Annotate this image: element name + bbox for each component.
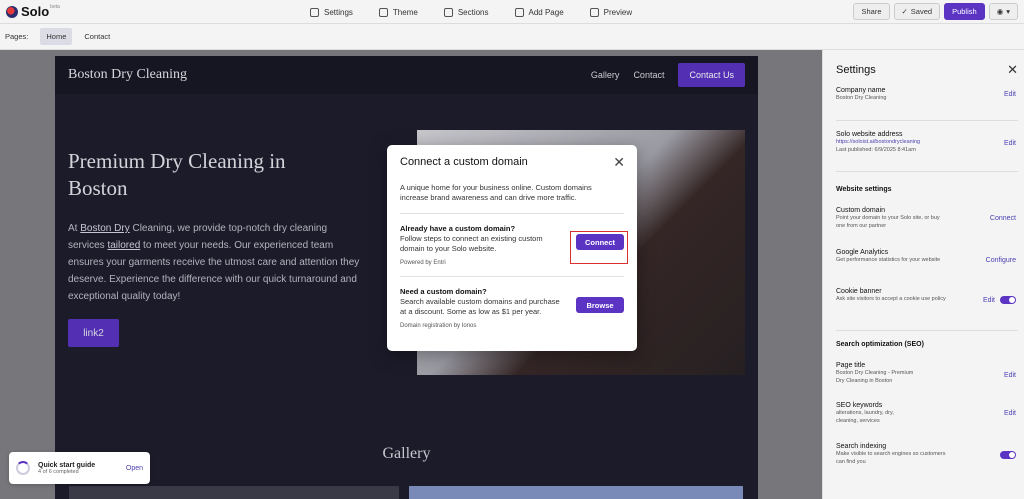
plus-square-icon <box>514 7 524 17</box>
browse-button[interactable]: Browse <box>576 297 624 313</box>
last-published: Last published: 6/9/2025 8:41am <box>836 147 916 153</box>
settings-title: Settings <box>836 64 876 76</box>
seo-keywords-row: SEO keywords alterations, laundry, dry, … <box>836 402 1018 425</box>
search-indexing-label: Search indexing <box>836 443 887 450</box>
page-title-value: Boston Dry Cleaning - Premium Dry Cleani… <box>836 370 914 384</box>
cookie-banner-desc: Ask site visitors to accept a cookie use… <box>836 296 946 302</box>
saved-status: ✓ Saved <box>893 3 941 20</box>
close-icon[interactable]: ✕ <box>613 154 625 171</box>
preview-label: Preview <box>603 7 633 17</box>
editor-nav: Settings Theme Sections Add Page Preview <box>310 0 632 24</box>
page-title-row: Page title Boston Dry Cleaning - Premium… <box>836 362 1018 385</box>
analytics-configure[interactable]: Configure <box>986 257 1016 264</box>
divider <box>400 213 624 214</box>
sections-icon <box>443 7 453 17</box>
cookie-banner-toggle[interactable] <box>1000 296 1016 304</box>
company-name-label: Company name <box>836 87 886 94</box>
divider <box>836 120 1018 121</box>
new-domain-desc: Search available custom domains and purc… <box>400 297 560 316</box>
quick-start-open-button[interactable]: Open <box>126 465 143 472</box>
toolbar-right: Share ✓ Saved Publish ◉ ▾ <box>853 3 1018 20</box>
solo-logo-icon <box>6 5 18 18</box>
check-icon: ✓ <box>901 7 908 16</box>
preview-button[interactable]: Preview <box>589 7 633 17</box>
seo-keywords-value: alterations, laundry, dry, cleaning, ser… <box>836 410 894 424</box>
domain-registration-ionos: Domain registration by Ionos <box>400 323 477 329</box>
analytics-desc: Get performance statistics for your webs… <box>836 257 941 263</box>
custom-domain-label: Custom domain <box>836 207 886 214</box>
beta-badge: beta <box>50 4 60 10</box>
analytics-label: Google Analytics <box>836 249 889 256</box>
progress-spinner-icon <box>16 461 30 475</box>
theme-label: Theme <box>392 7 418 17</box>
website-address-link[interactable]: https://soloist.ai/bostondrycleaning <box>836 138 946 146</box>
company-name-row: Company name Boston Dry Cleaning Edit <box>836 87 1018 102</box>
search-indexing-row: Search indexing Make visible to search e… <box>836 443 1018 466</box>
seo-heading: Search optimization (SEO) <box>836 341 924 348</box>
page-title-label: Page title <box>836 362 866 369</box>
brush-icon <box>378 7 388 17</box>
google-analytics-row: Google Analytics Get performance statist… <box>836 249 1018 264</box>
page-tab-contact[interactable]: Contact <box>78 28 116 45</box>
search-indexing-desc: Make visible to search engines so custom… <box>836 451 946 465</box>
custom-domain-connect[interactable]: Connect <box>990 215 1016 222</box>
company-name-value: Boston Dry Cleaning <box>836 95 887 101</box>
app-name: Solo <box>21 4 50 19</box>
add-page-button[interactable]: Add Page <box>514 7 564 17</box>
edit-website-address[interactable]: Edit <box>1004 140 1016 147</box>
settings-label: Settings <box>324 7 353 17</box>
app-logo[interactable]: Solo beta <box>6 4 60 19</box>
edit-page-title[interactable]: Edit <box>1004 372 1016 379</box>
monitor-icon <box>589 7 599 17</box>
divider <box>400 276 624 277</box>
search-indexing-actions <box>1000 451 1016 459</box>
website-address-label: Solo website address <box>836 131 903 138</box>
cookie-banner-row: Cookie banner Ask site visitors to accep… <box>836 288 1018 304</box>
quick-start-guide: Quick start guide 4 of 6 completed Open <box>9 452 150 484</box>
edit-seo-keywords[interactable]: Edit <box>1004 410 1016 417</box>
cookie-banner-actions: Edit <box>983 296 1016 304</box>
share-button[interactable]: Share <box>853 3 890 20</box>
sliders-icon <box>310 7 319 17</box>
modal-description: A unique home for your business online. … <box>400 183 592 202</box>
account-menu-button[interactable]: ◉ ▾ <box>988 3 1018 20</box>
pages-label: Pages: <box>5 32 29 41</box>
custom-domain-row: Custom domain Point your domain to your … <box>836 207 1018 230</box>
top-toolbar: Solo beta Settings Theme Sections Add Pa… <box>0 0 1024 24</box>
edit-cookie-banner[interactable]: Edit <box>983 297 995 304</box>
saved-label: Saved <box>910 7 933 16</box>
quick-start-progress: 4 of 6 completed <box>38 468 79 475</box>
sections-button[interactable]: Sections <box>443 7 489 17</box>
user-circle-icon: ◉ <box>996 7 1004 16</box>
website-address-row: Solo website address https://soloist.ai/… <box>836 131 1018 154</box>
quick-start-title: Quick start guide <box>38 461 96 469</box>
theme-button[interactable]: Theme <box>378 7 418 17</box>
quick-start-text: Quick start guide 4 of 6 completed <box>38 462 95 475</box>
page-tab-home[interactable]: Home <box>40 28 73 45</box>
custom-domain-desc: Point your domain to your Solo site, or … <box>836 215 940 229</box>
edit-company-name[interactable]: Edit <box>1004 91 1016 98</box>
search-indexing-toggle[interactable] <box>1000 451 1016 459</box>
divider <box>836 330 1018 331</box>
divider <box>836 171 1018 172</box>
modal-title: Connect a custom domain <box>400 156 528 168</box>
existing-domain-desc: Follow steps to connect an existing cust… <box>400 234 543 253</box>
new-domain-section: Need a custom domain? Search available c… <box>400 287 624 329</box>
seo-keywords-label: SEO keywords <box>836 402 883 409</box>
cookie-banner-label: Cookie banner <box>836 288 882 295</box>
settings-panel: Settings ✕ Company name Boston Dry Clean… <box>822 50 1024 499</box>
settings-button[interactable]: Settings <box>310 7 353 17</box>
add-page-label: Add Page <box>528 7 564 17</box>
sections-label: Sections <box>457 7 489 17</box>
pages-bar: Pages: Home Contact <box>0 24 1024 50</box>
connect-highlight <box>570 231 628 264</box>
chevron-down-icon: ▾ <box>1006 7 1010 16</box>
new-domain-title: Need a custom domain? <box>400 287 487 296</box>
website-settings-heading: Website settings <box>836 186 892 193</box>
publish-button[interactable]: Publish <box>944 3 985 20</box>
close-icon[interactable]: ✕ <box>1007 62 1018 78</box>
